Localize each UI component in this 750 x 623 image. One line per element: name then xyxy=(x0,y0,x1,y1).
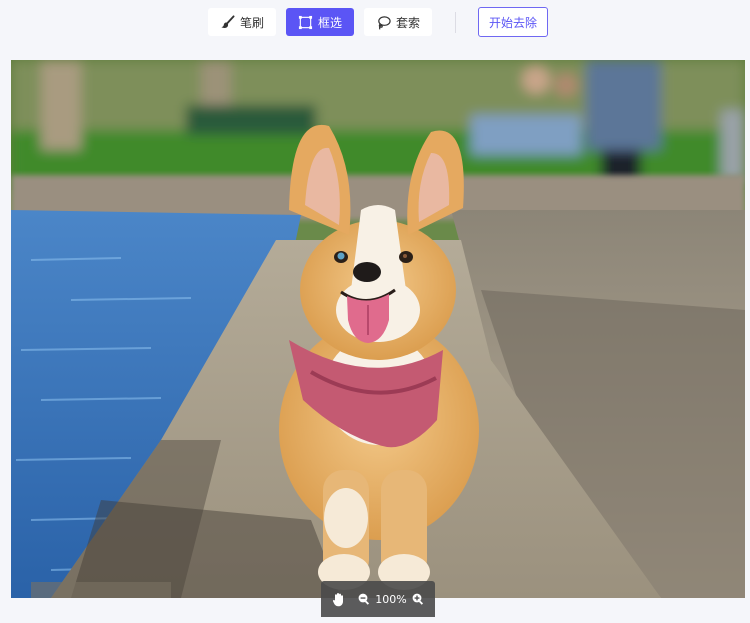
toolbar-divider xyxy=(455,12,456,33)
lasso-icon xyxy=(378,15,391,29)
zoom-in-icon xyxy=(412,593,423,605)
hand-icon xyxy=(333,592,344,606)
zoom-controls: 100% xyxy=(321,581,435,617)
box-select-tool-label: 框选 xyxy=(317,15,342,30)
lasso-tool-button[interactable]: 套索 xyxy=(364,8,432,36)
start-remove-button[interactable]: 开始去除 xyxy=(478,7,548,37)
hand-tool-button[interactable] xyxy=(332,592,346,607)
zoom-level-text: 100% xyxy=(375,592,407,606)
zoom-out-button[interactable] xyxy=(358,593,370,605)
image-canvas[interactable] xyxy=(11,60,745,598)
brush-tool-button[interactable]: 笔刷 xyxy=(208,8,276,36)
zoom-in-button[interactable] xyxy=(412,593,424,605)
box-select-tool-button[interactable]: 框选 xyxy=(286,8,354,36)
zoom-out-icon xyxy=(358,593,370,605)
box-select-icon xyxy=(298,15,313,29)
brush-icon xyxy=(221,14,235,28)
corgi-photo xyxy=(11,60,745,598)
lasso-tool-label: 套索 xyxy=(395,15,420,30)
toolbar: 笔刷 框选 套索 开始去除 xyxy=(0,0,750,46)
brush-tool-label: 笔刷 xyxy=(239,15,264,30)
